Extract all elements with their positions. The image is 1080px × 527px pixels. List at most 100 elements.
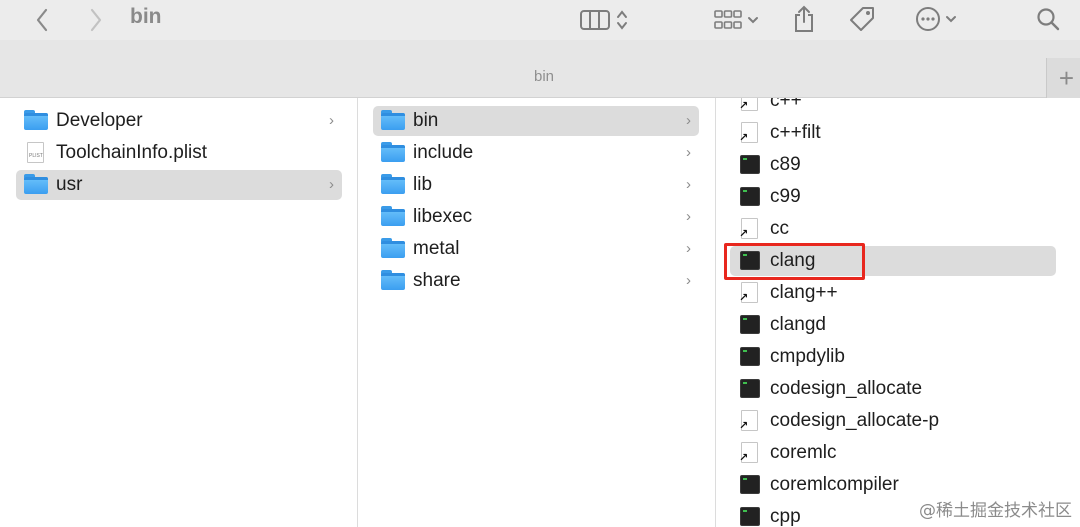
more-actions-button[interactable] xyxy=(908,5,964,33)
chevron-right-icon: › xyxy=(686,240,691,257)
forward-button[interactable] xyxy=(84,6,108,34)
item-label: coremlc xyxy=(770,442,837,463)
window-title: bin xyxy=(130,5,162,28)
column-1[interactable]: Developer › PLIST ToolchainInfo.plist us… xyxy=(0,98,358,527)
item-label: codesign_allocate-p xyxy=(770,410,940,431)
alias-file-icon: ↗ xyxy=(738,122,762,144)
list-item-usr[interactable]: usr › xyxy=(16,170,342,200)
chevron-left-icon xyxy=(36,8,48,32)
item-label: usr xyxy=(56,174,83,195)
chevron-down-icon xyxy=(946,16,956,23)
item-label: lib xyxy=(413,174,433,195)
list-item-include[interactable]: include › xyxy=(373,138,699,168)
chevron-right-icon: › xyxy=(686,144,691,161)
item-label: include xyxy=(413,142,474,163)
list-item-c89[interactable]: c89 xyxy=(730,150,1056,180)
item-label: bin xyxy=(413,110,439,131)
list-item-lib[interactable]: lib › xyxy=(373,170,699,200)
chevron-right-icon: › xyxy=(686,208,691,225)
list-item-cmpdylib[interactable]: cmpdylib xyxy=(730,342,1056,372)
folder-icon xyxy=(381,174,405,196)
list-item-c99[interactable]: c99 xyxy=(730,182,1056,212)
list-item-cc[interactable]: ↗ cc xyxy=(730,214,1056,244)
executable-icon xyxy=(738,346,762,368)
list-item-codesign-allocate-p[interactable]: ↗ codesign_allocate-p xyxy=(730,406,1056,436)
executable-icon xyxy=(738,506,762,527)
group-button[interactable] xyxy=(708,6,764,34)
list-item-metal[interactable]: metal › xyxy=(373,234,699,264)
item-label: clangd xyxy=(770,314,826,335)
list-item-toolchaininfo[interactable]: PLIST ToolchainInfo.plist xyxy=(16,138,342,168)
column-view-icon xyxy=(580,10,610,30)
list-item-share[interactable]: share › xyxy=(373,266,699,296)
share-icon xyxy=(795,5,813,32)
view-mode-button[interactable] xyxy=(576,6,632,34)
folder-icon xyxy=(381,238,405,260)
chevron-right-icon: › xyxy=(686,176,691,193)
item-label: cpp xyxy=(770,506,801,527)
folder-icon xyxy=(381,142,405,164)
item-label: codesign_allocate xyxy=(770,378,923,399)
list-item-coremlc[interactable]: ↗ coremlc xyxy=(730,438,1056,468)
search-button[interactable] xyxy=(1034,5,1062,33)
item-label: c89 xyxy=(770,154,801,175)
grid-group-icon xyxy=(714,10,742,29)
list-item-bin[interactable]: bin › xyxy=(373,106,699,136)
list-item-developer[interactable]: Developer › xyxy=(16,106,342,136)
item-label: c99 xyxy=(770,186,801,207)
list-item-cpp-plus[interactable]: ↗ c++ xyxy=(730,98,1056,116)
folder-icon xyxy=(381,206,405,228)
chevron-right-icon: › xyxy=(686,272,691,289)
executable-icon xyxy=(738,314,762,336)
item-label: c++filt xyxy=(770,122,821,143)
item-label: cmpdylib xyxy=(770,346,845,367)
chevron-down-icon xyxy=(748,17,758,24)
tag-icon xyxy=(850,7,874,31)
item-label: libexec xyxy=(413,206,473,227)
highlight-annotation-box xyxy=(724,243,865,280)
list-item-codesign-allocate[interactable]: codesign_allocate xyxy=(730,374,1056,404)
new-tab-button[interactable]: + xyxy=(1046,58,1080,98)
column-3[interactable]: ↗ c++ ↗ c++filt c89 c99 ↗ cc clang ↗ cla… xyxy=(716,98,1080,527)
folder-icon xyxy=(24,110,48,132)
current-folder-label: bin xyxy=(533,68,555,85)
folder-icon xyxy=(381,270,405,292)
executable-icon xyxy=(738,474,762,496)
list-item-clangpp[interactable]: ↗ clang++ xyxy=(730,278,1056,308)
plist-file-icon: PLIST xyxy=(24,142,48,164)
item-label: Developer xyxy=(56,110,143,131)
list-item-clangd[interactable]: clangd xyxy=(730,310,1056,340)
ellipsis-circle-icon xyxy=(916,7,940,31)
item-label: share xyxy=(413,270,461,291)
folder-icon xyxy=(381,110,405,132)
chevron-right-icon: › xyxy=(686,112,691,129)
chevron-right-icon xyxy=(90,8,102,32)
list-item-cppfilt[interactable]: ↗ c++filt xyxy=(730,118,1056,148)
chevron-right-icon: › xyxy=(329,112,334,129)
back-button[interactable] xyxy=(30,6,54,34)
alias-file-icon: ↗ xyxy=(738,282,762,304)
list-item-libexec[interactable]: libexec › xyxy=(373,202,699,232)
alias-file-icon: ↗ xyxy=(738,442,762,464)
item-label: ToolchainInfo.plist xyxy=(56,142,208,163)
alias-file-icon: ↗ xyxy=(738,218,762,240)
share-button[interactable] xyxy=(790,4,818,34)
item-label: clang++ xyxy=(770,282,838,303)
item-label: coremlcompiler xyxy=(770,474,899,495)
alias-file-icon: ↗ xyxy=(738,410,762,432)
item-label: cc xyxy=(770,218,789,239)
folder-icon xyxy=(24,174,48,196)
tab-bar: bin xyxy=(0,40,1080,98)
executable-icon xyxy=(738,186,762,208)
column-2[interactable]: bin › include › lib › libexec › metal › … xyxy=(358,98,716,527)
alias-file-icon: ↗ xyxy=(738,98,762,112)
search-icon xyxy=(1037,8,1060,31)
chevron-updown-icon xyxy=(617,10,627,30)
executable-icon xyxy=(738,154,762,176)
tag-button[interactable] xyxy=(846,4,878,34)
executable-icon xyxy=(738,378,762,400)
item-label: c++ xyxy=(770,98,802,111)
watermark: @稀土掘金技术社区 xyxy=(919,501,1072,521)
chevron-right-icon: › xyxy=(329,176,334,193)
item-label: metal xyxy=(413,238,460,259)
